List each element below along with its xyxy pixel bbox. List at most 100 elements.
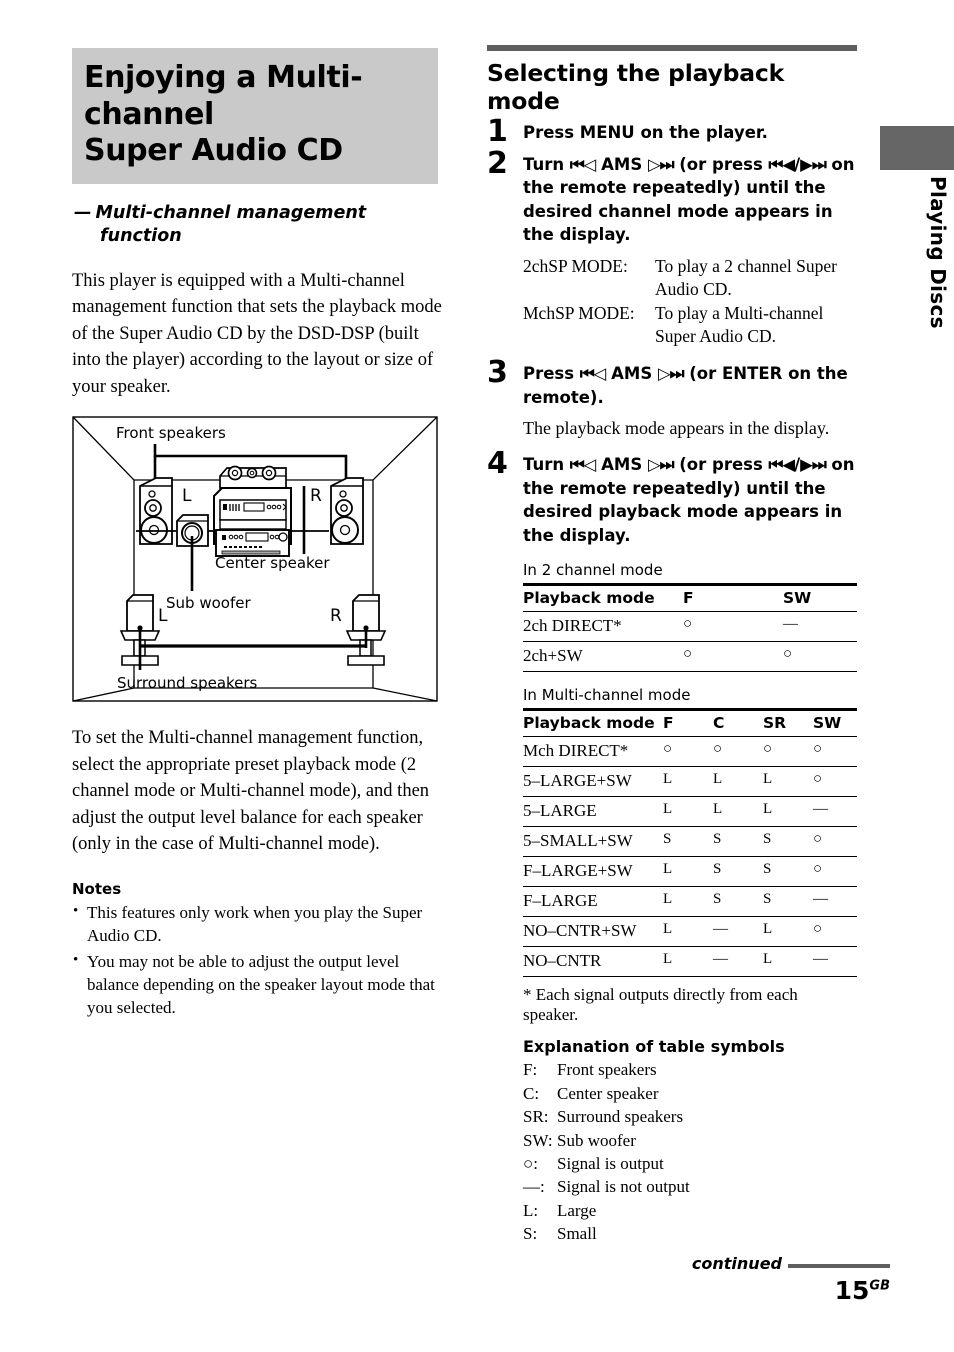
- explanation-key: S:: [523, 1224, 538, 1244]
- cell-f: L: [663, 886, 713, 918]
- step-2-prefix: Turn: [523, 155, 565, 174]
- table-header-row: Playback mode F SW: [523, 583, 857, 613]
- explanation-value: Signal is not output: [557, 1177, 690, 1197]
- center-speaker: [219, 465, 287, 490]
- step-2-text: Turn ⏮◁ AMS ▷⏭ (or press ⏮◀/▶⏭ on the re…: [523, 153, 857, 247]
- step-2-ams: AMS: [601, 155, 643, 174]
- subtitle-line2: function: [100, 225, 182, 246]
- cell-sw: ○: [813, 766, 857, 798]
- step-4-ams: AMS: [601, 455, 643, 475]
- cell-mode: 5–SMALL+SW: [523, 826, 663, 858]
- diagram-label-front-speakers: Front speakers: [116, 424, 226, 442]
- explanation-row: S: Small: [523, 1222, 857, 1245]
- cell-sr: L: [763, 766, 813, 798]
- cell-sr: L: [763, 916, 813, 948]
- document-page: Enjoying a Multi-channel Super Audio CD …: [0, 0, 954, 1352]
- table-row: 2ch+SW ○ ○: [523, 641, 857, 673]
- step-2-mid: (or press: [679, 155, 763, 174]
- step-3-ams: AMS: [611, 364, 653, 384]
- cell-mode: 5–LARGE: [523, 796, 663, 828]
- chapter-title-line2: Super Audio CD: [84, 133, 343, 169]
- step-3-number: 3: [487, 355, 508, 391]
- subtitle-line1: Multi-channel management: [95, 202, 367, 223]
- chapter-subtitle: — Multi-channel management function: [74, 202, 442, 248]
- cell-sr: L: [763, 796, 813, 828]
- diagram-label-sub-woofer: Sub woofer: [166, 594, 251, 612]
- table-row: 2ch DIRECT* ○ —: [523, 611, 857, 643]
- cell-sr: S: [763, 856, 813, 888]
- cell-c: —: [713, 916, 763, 948]
- cell-f: L: [663, 796, 713, 828]
- chapter-title: Enjoying a Multi-channel Super Audio CD: [72, 48, 438, 184]
- rewind-icon: ⏮◀: [768, 155, 796, 174]
- explanation-value: Surround speakers: [557, 1107, 684, 1127]
- step-4: 4 Turn ⏮◁ AMS ▷⏭ (or press ⏮◀/▶⏭ on the …: [487, 449, 857, 547]
- cell-mode: F–LARGE+SW: [523, 856, 663, 888]
- fastforward-icon: ▶⏭: [800, 155, 827, 174]
- explanation-row: L: Large: [523, 1199, 857, 1222]
- mode-row: 2chSP MODE: To play a 2 channel Super Au…: [523, 255, 857, 302]
- mode-value-line2: Super Audio CD.: [655, 326, 777, 346]
- cell-mode: Mch DIRECT*: [523, 736, 663, 768]
- cell-c: S: [713, 886, 763, 918]
- intro-paragraph: This player is equipped with a Multi-cha…: [72, 270, 442, 397]
- explanation-value: Small: [557, 1224, 597, 1244]
- table-row: 5–LARGE L L L —: [523, 796, 857, 828]
- channel-mode-list: 2chSP MODE: To play a 2 channel Super Au…: [523, 255, 857, 349]
- cell-f: L: [663, 766, 713, 798]
- explanation-key: SW:: [523, 1130, 553, 1150]
- th-playback-mode: Playback mode: [523, 583, 683, 613]
- step-1-number: 1: [487, 114, 508, 149]
- step-2-number: 2: [487, 146, 508, 181]
- explanation-row: C: Center speaker: [523, 1082, 857, 1105]
- explanation-row: F: Front speakers: [523, 1058, 857, 1081]
- explanation-key-dash-icon: —:: [523, 1177, 545, 1197]
- table-row: 5–SMALL+SW S S S ○: [523, 826, 857, 858]
- step-4-text: Turn ⏮◁ AMS ▷⏭ (or press ⏮◀/▶⏭ on the re…: [523, 453, 857, 547]
- th-sw: SW: [813, 708, 857, 738]
- subtitle-dash: —: [74, 202, 92, 223]
- mode-key: MchSP MODE:: [523, 302, 635, 323]
- ams-prev-icon: ⏮◁: [579, 364, 607, 384]
- diagram-label-front-right: R: [310, 486, 322, 506]
- explanation-value: Large: [557, 1200, 597, 1220]
- table-footnote: * Each signal outputs directly from each…: [523, 985, 798, 1025]
- explanation-value: Signal is output: [557, 1153, 664, 1173]
- diagram-label-surround-speakers: Surround speakers: [117, 674, 258, 692]
- table-row: 5–LARGE+SW L L L ○: [523, 766, 857, 798]
- page-number-value: 15: [834, 1276, 870, 1305]
- cell-sw: ○: [813, 826, 857, 858]
- explanation-key-circle-icon: ○:: [523, 1153, 538, 1173]
- cell-mode: 5–LARGE+SW: [523, 766, 663, 798]
- front-speaker-right: [330, 477, 364, 546]
- cell-sw: ○: [813, 856, 857, 888]
- left-column: Enjoying a Multi-channel Super Audio CD …: [72, 48, 442, 1019]
- side-tab-block: [880, 126, 954, 170]
- step-4-number: 4: [487, 446, 508, 482]
- cell-sw: —: [813, 946, 857, 978]
- cell-mode: 2ch+SW: [523, 641, 683, 673]
- explanation-row: SR: Surround speakers: [523, 1105, 857, 1128]
- cell-c: S: [713, 856, 763, 888]
- cell-sw: —: [783, 611, 857, 643]
- cell-c: L: [713, 796, 763, 828]
- cell-c: L: [713, 766, 763, 798]
- diagram-label-surround-left: L: [158, 606, 168, 626]
- explanation-key: SR:: [523, 1107, 549, 1127]
- th-f: F: [683, 583, 783, 613]
- explanation-row: —: Signal is not output: [523, 1175, 857, 1198]
- cell-mode: NO–CNTR: [523, 946, 663, 978]
- table-multichannel-mode: Playback mode F C SR SW Mch DIRECT* ○ ○ …: [523, 708, 857, 978]
- diagram-label-center-speaker: Center speaker: [215, 554, 330, 572]
- diagram-label-surround-right: R: [330, 606, 342, 626]
- cell-sr: S: [763, 886, 813, 918]
- page-number-suffix: GB: [869, 1278, 890, 1294]
- table-row: Mch DIRECT* ○ ○ ○ ○: [523, 736, 857, 768]
- explanation-key: L:: [523, 1200, 539, 1220]
- chapter-title-line1: Enjoying a Multi-channel: [84, 60, 363, 132]
- explanation-value: Center speaker: [557, 1083, 659, 1103]
- table-2ch-caption: In 2 channel mode: [523, 561, 663, 580]
- mode-key: 2chSP MODE:: [523, 255, 628, 276]
- note-item: You may not be able to adjust the output…: [72, 950, 442, 1019]
- explanation-value: Front speakers: [557, 1060, 657, 1080]
